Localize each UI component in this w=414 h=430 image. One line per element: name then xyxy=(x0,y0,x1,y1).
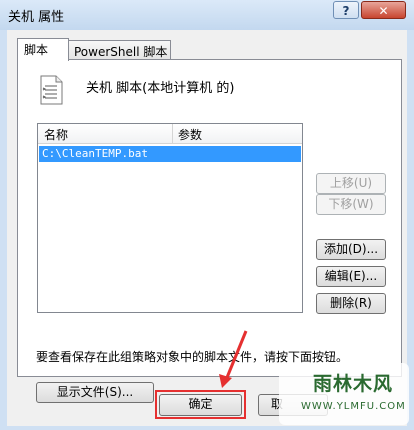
tab-panel: 关机 脚本(本地计算机 的) 名称 参数 C:\CleanTEMP.bat 上移… xyxy=(17,59,402,403)
tab-scripts[interactable]: 脚本 xyxy=(17,38,69,61)
move-up-button[interactable]: 上移(U) xyxy=(316,173,386,194)
script-document-icon xyxy=(40,75,63,105)
ok-highlight-box xyxy=(155,390,246,419)
list-header: 名称 参数 xyxy=(38,124,302,144)
tab-powershell-scripts[interactable]: PowerShell 脚本 xyxy=(67,40,171,60)
script-name: C:\CleanTEMP.bat xyxy=(42,147,148,160)
remove-button[interactable]: 删除(R) xyxy=(316,293,386,314)
column-header-parameters[interactable]: 参数 xyxy=(178,126,202,143)
panel-heading: 关机 脚本(本地计算机 的) xyxy=(86,81,235,96)
title-bar[interactable]: 关机 属性 ? ✕ xyxy=(0,0,414,30)
add-button[interactable]: 添加(D)... xyxy=(316,239,386,260)
list-item[interactable]: C:\CleanTEMP.bat xyxy=(39,146,301,162)
scripts-list[interactable]: 名称 参数 C:\CleanTEMP.bat xyxy=(37,123,303,313)
move-down-button[interactable]: 下移(W) xyxy=(316,194,386,215)
properties-dialog: 关机 属性 ? ✕ 脚本 PowerShell 脚本 关机 脚本(本地计算机 的… xyxy=(0,0,414,430)
show-files-button[interactable]: 显示文件(S)... xyxy=(36,382,154,403)
column-divider[interactable] xyxy=(172,124,173,143)
window-title: 关机 属性 xyxy=(8,10,65,25)
watermark-text: 雨林木风 xyxy=(313,373,394,395)
watermark-url: WWW.YLMFU.COM xyxy=(301,401,406,412)
close-button[interactable]: ✕ xyxy=(361,1,406,19)
watermark-logo: 雨林木风 WWW.YLMFU.COM xyxy=(279,363,409,425)
edit-button[interactable]: 编辑(E)... xyxy=(316,266,386,287)
column-header-name[interactable]: 名称 xyxy=(44,126,68,143)
help-button[interactable]: ? xyxy=(333,1,359,19)
